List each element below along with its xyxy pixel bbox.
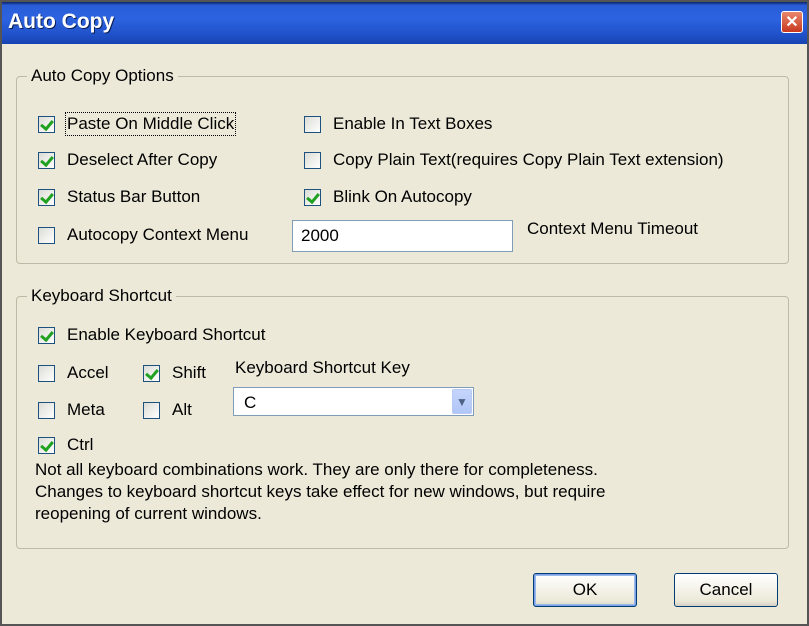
window-title: Auto Copy — [8, 10, 115, 33]
meta-label: Meta — [67, 400, 105, 419]
note-line: Changes to keyboard shortcut keys take e… — [35, 482, 606, 501]
shift-option[interactable]: Shift — [143, 363, 206, 383]
ok-button[interactable]: OK — [533, 573, 637, 607]
ctrl-checkbox[interactable] — [38, 436, 55, 454]
enable-keyboard-shortcut-checkbox[interactable] — [38, 326, 55, 344]
keyboard-shortcut-key-value: C — [244, 393, 257, 412]
enable-in-text-boxes-label: Enable In Text Boxes — [333, 114, 493, 133]
autocopy-context-menu-option[interactable]: Autocopy Context Menu — [38, 225, 248, 245]
enable-in-text-boxes-checkbox[interactable] — [304, 115, 321, 133]
blink-on-autocopy-label: Blink On Autocopy — [333, 187, 472, 206]
paste-on-middle-click-checkbox[interactable] — [38, 115, 55, 133]
auto-copy-options-legend: Auto Copy Options — [31, 66, 174, 85]
accel-option[interactable]: Accel — [38, 363, 109, 383]
ctrl-option[interactable]: Ctrl — [38, 435, 93, 455]
copy-plain-text-label: Copy Plain Text(requires Copy Plain Text… — [333, 150, 724, 169]
deselect-after-copy-label: Deselect After Copy — [67, 150, 218, 169]
close-icon[interactable]: ✕ — [781, 11, 803, 33]
copy-plain-text-checkbox[interactable] — [304, 151, 321, 169]
enable-in-text-boxes-option[interactable]: Enable In Text Boxes — [304, 114, 492, 134]
accel-checkbox[interactable] — [38, 364, 55, 382]
title-bar[interactable]: Auto Copy ✕ — [2, 2, 807, 44]
cancel-button[interactable]: Cancel — [674, 573, 778, 607]
shift-checkbox[interactable] — [143, 364, 160, 382]
keyboard-shortcut-key-label: Keyboard Shortcut Key — [235, 358, 410, 377]
auto-copy-dialog: Auto Copy ✕ Auto Copy Options Paste On M… — [0, 0, 809, 626]
status-bar-button-option[interactable]: Status Bar Button — [38, 187, 200, 207]
deselect-after-copy-checkbox[interactable] — [38, 151, 55, 169]
blink-on-autocopy-checkbox[interactable] — [304, 188, 321, 206]
keyboard-shortcut-legend: Keyboard Shortcut — [31, 286, 172, 305]
note-line: Not all keyboard combinations work. They… — [35, 460, 598, 479]
keyboard-shortcut-key-select[interactable]: C ▼ — [233, 387, 474, 416]
ctrl-label: Ctrl — [67, 435, 94, 454]
note-line: reopening of current windows. — [35, 504, 262, 523]
accel-label: Accel — [67, 363, 109, 382]
deselect-after-copy-option[interactable]: Deselect After Copy — [38, 150, 217, 170]
enable-keyboard-shortcut-label: Enable Keyboard Shortcut — [67, 325, 266, 344]
shift-label: Shift — [172, 363, 207, 382]
enable-keyboard-shortcut-option[interactable]: Enable Keyboard Shortcut — [38, 325, 265, 345]
alt-option[interactable]: Alt — [143, 400, 192, 420]
alt-label: Alt — [172, 400, 192, 419]
keyboard-shortcut-note: Not all keyboard combinations work. They… — [35, 459, 735, 525]
context-menu-timeout-label: Context Menu Timeout — [527, 219, 699, 238]
status-bar-button-label: Status Bar Button — [67, 187, 201, 206]
meta-checkbox[interactable] — [38, 401, 55, 419]
paste-on-middle-click-option[interactable]: Paste On Middle Click — [38, 112, 237, 136]
autocopy-context-menu-label: Autocopy Context Menu — [67, 225, 249, 244]
chevron-down-icon[interactable]: ▼ — [452, 389, 472, 414]
context-menu-timeout-input[interactable]: 2000 — [292, 220, 513, 252]
alt-checkbox[interactable] — [143, 401, 160, 419]
autocopy-context-menu-checkbox[interactable] — [38, 226, 55, 244]
meta-option[interactable]: Meta — [38, 400, 105, 420]
paste-on-middle-click-label: Paste On Middle Click — [64, 112, 237, 136]
blink-on-autocopy-option[interactable]: Blink On Autocopy — [304, 187, 472, 207]
status-bar-button-checkbox[interactable] — [38, 188, 55, 206]
copy-plain-text-option[interactable]: Copy Plain Text(requires Copy Plain Text… — [304, 150, 724, 170]
